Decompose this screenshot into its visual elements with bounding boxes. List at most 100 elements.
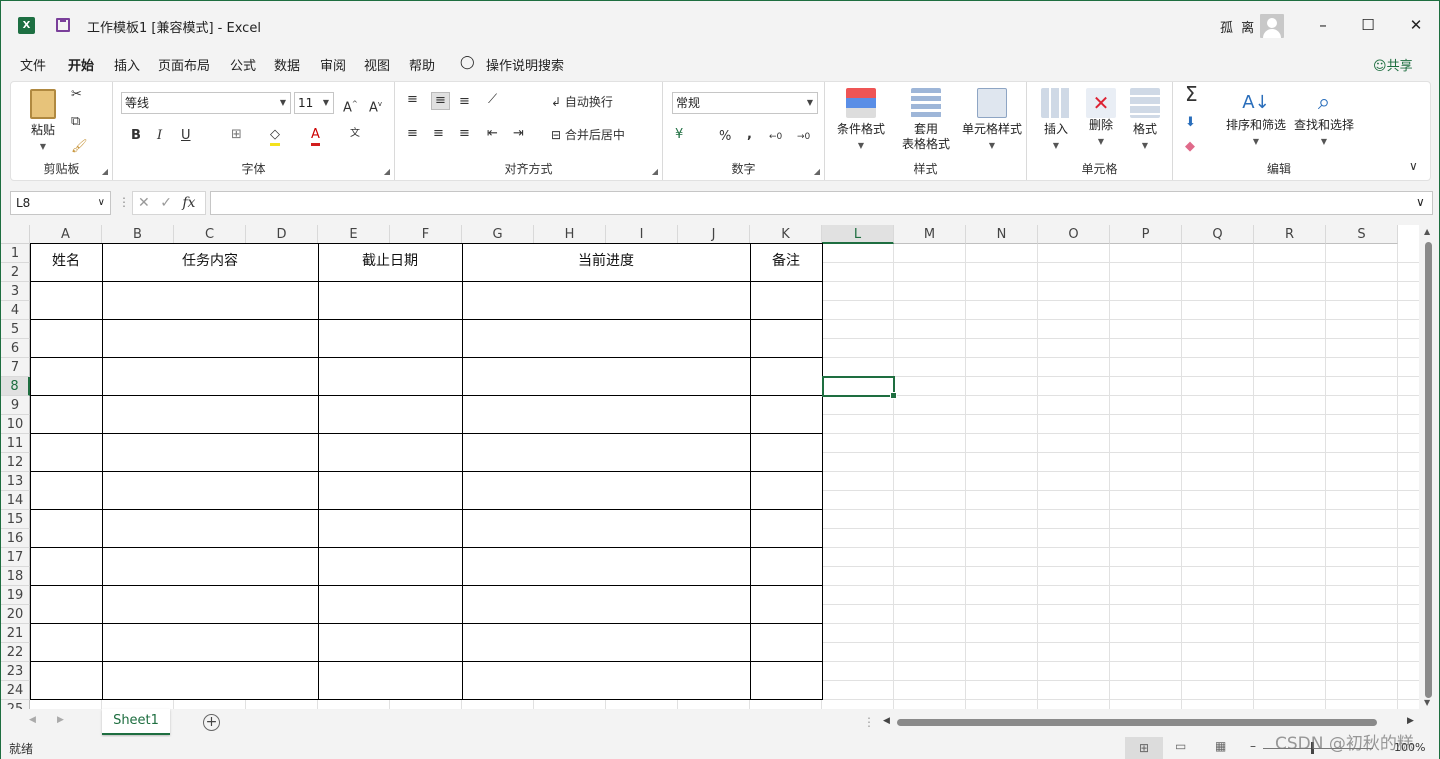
table-cell[interactable] [102, 357, 319, 396]
format-painter-icon[interactable]: 🖌 [71, 139, 88, 155]
tab-page-layout[interactable]: 页面布局 [158, 55, 210, 74]
table-cell[interactable] [462, 433, 751, 472]
table-cell[interactable] [102, 319, 319, 358]
close-button[interactable]: ✕ [1404, 13, 1428, 37]
cut-icon[interactable]: ✂ [71, 87, 82, 103]
table-cell[interactable] [750, 509, 823, 548]
formula-input[interactable] [210, 191, 1433, 215]
cell-styles-button[interactable]: 单元格样式 ▼ [961, 88, 1023, 153]
table-cell[interactable] [318, 509, 463, 548]
column-header-q[interactable]: Q [1182, 225, 1254, 244]
table-cell[interactable] [102, 661, 319, 700]
scroll-down-icon[interactable]: ▼ [1424, 698, 1430, 707]
cancel-icon[interactable]: ✕ [138, 195, 150, 211]
row-header-15[interactable]: 15 [1, 510, 30, 529]
row-header-23[interactable]: 23 [1, 662, 30, 681]
increase-indent-icon[interactable]: ⇥ [513, 126, 524, 142]
table-cell[interactable] [102, 547, 319, 586]
column-header-j[interactable]: J [678, 225, 750, 244]
column-header-p[interactable]: P [1110, 225, 1182, 244]
align-top-icon[interactable]: ≡ [407, 92, 418, 108]
delete-cells-button[interactable]: ✕ 删除 ▼ [1082, 88, 1120, 149]
row-header-8[interactable]: 8 [1, 377, 30, 396]
fill-icon[interactable]: ⬇ [1185, 115, 1196, 131]
column-header-b[interactable]: B [102, 225, 174, 244]
share-button[interactable]: ☺共享 [1373, 55, 1413, 74]
select-all-button[interactable] [1, 225, 30, 244]
conditional-format-button[interactable]: 条件格式 ▼ [833, 88, 889, 153]
avatar[interactable] [1260, 14, 1284, 38]
table-cell[interactable] [30, 547, 103, 586]
scroll-right-icon[interactable]: ▶ [1407, 716, 1414, 726]
insert-function-button[interactable]: fx [182, 195, 195, 211]
tab-insert[interactable]: 插入 [114, 55, 140, 74]
table-cell[interactable] [318, 585, 463, 624]
row-header-3[interactable]: 3 [1, 282, 30, 301]
table-cell[interactable] [462, 471, 751, 510]
table-cell[interactable] [462, 319, 751, 358]
column-header-a[interactable]: A [30, 225, 102, 244]
column-header-n[interactable]: N [966, 225, 1038, 244]
table-cell[interactable] [750, 661, 823, 700]
column-header-i[interactable]: I [606, 225, 678, 244]
merge-center-button[interactable]: ⊟ 合并后居中 [551, 127, 625, 143]
row-header-11[interactable]: 11 [1, 434, 30, 453]
add-sheet-button[interactable]: + [203, 714, 220, 731]
align-left-icon[interactable]: ≡ [407, 126, 418, 142]
row-header-18[interactable]: 18 [1, 567, 30, 586]
vertical-scroll-thumb[interactable] [1425, 242, 1432, 698]
align-middle-icon[interactable]: ≡ [431, 92, 450, 110]
phonetic-icon[interactable]: 文 [350, 126, 360, 142]
table-cell[interactable] [318, 319, 463, 358]
enter-icon[interactable]: ✓ [160, 195, 172, 211]
scroll-up-icon[interactable]: ▲ [1424, 227, 1430, 236]
table-cell[interactable] [102, 509, 319, 548]
dialog-launcher-icon[interactable]: ◢ [102, 167, 108, 176]
row-header-5[interactable]: 5 [1, 320, 30, 339]
row-header-4[interactable]: 4 [1, 301, 30, 320]
tab-view[interactable]: 视图 [364, 55, 390, 74]
table-cell[interactable] [30, 509, 103, 548]
row-header-7[interactable]: 7 [1, 358, 30, 377]
column-header-g[interactable]: G [462, 225, 534, 244]
column-header-f[interactable]: F [390, 225, 462, 244]
row-header-16[interactable]: 16 [1, 529, 30, 548]
autosum-icon[interactable]: Σ [1185, 84, 1198, 104]
table-cell[interactable] [750, 433, 823, 472]
table-cell[interactable] [318, 433, 463, 472]
table-cell[interactable] [462, 395, 751, 434]
row-header-17[interactable]: 17 [1, 548, 30, 567]
tab-home[interactable]: 开始 [68, 55, 94, 74]
decrease-font-icon[interactable]: Av [369, 96, 382, 116]
currency-icon[interactable]: ¥ [675, 127, 683, 143]
column-header-c[interactable]: C [174, 225, 246, 244]
row-header-24[interactable]: 24 [1, 681, 30, 700]
row-header-1[interactable]: 1 [1, 244, 30, 263]
minimize-button[interactable]: – [1311, 13, 1335, 37]
tab-file[interactable]: 文件 [20, 55, 46, 74]
number-format-select[interactable]: 常规 ▼ [672, 92, 818, 114]
row-header-22[interactable]: 22 [1, 643, 30, 662]
table-cell[interactable] [750, 319, 823, 358]
table-cell[interactable] [102, 585, 319, 624]
selected-cell[interactable] [822, 376, 897, 399]
table-cell[interactable] [750, 623, 823, 662]
user-name[interactable]: 孤 离 [1220, 17, 1256, 36]
column-header-m[interactable]: M [894, 225, 966, 244]
table-cell[interactable] [318, 471, 463, 510]
zoom-out-icon[interactable]: – [1250, 739, 1256, 753]
table-cell[interactable] [30, 433, 103, 472]
table-cell[interactable] [750, 357, 823, 396]
column-header-e[interactable]: E [318, 225, 390, 244]
collapse-ribbon-icon[interactable]: ∨ [1409, 158, 1418, 174]
row-header-13[interactable]: 13 [1, 472, 30, 491]
column-header-d[interactable]: D [246, 225, 318, 244]
vertical-scrollbar[interactable]: ▲ ▼ [1419, 225, 1439, 709]
tab-split-handle[interactable]: ⋮ [863, 715, 875, 729]
row-header-25[interactable]: 25 [1, 700, 30, 709]
page-break-view-icon[interactable]: ▦ [1215, 739, 1226, 753]
save-icon[interactable] [56, 18, 70, 32]
worksheet-grid[interactable]: ABCDEFGHIJKLMNOPQRS 1 2 3 4 5 6 7 8 9 10 11 12 13 14 1… [1, 225, 1439, 709]
column-header-o[interactable]: O [1038, 225, 1110, 244]
table-cell[interactable] [102, 471, 319, 510]
